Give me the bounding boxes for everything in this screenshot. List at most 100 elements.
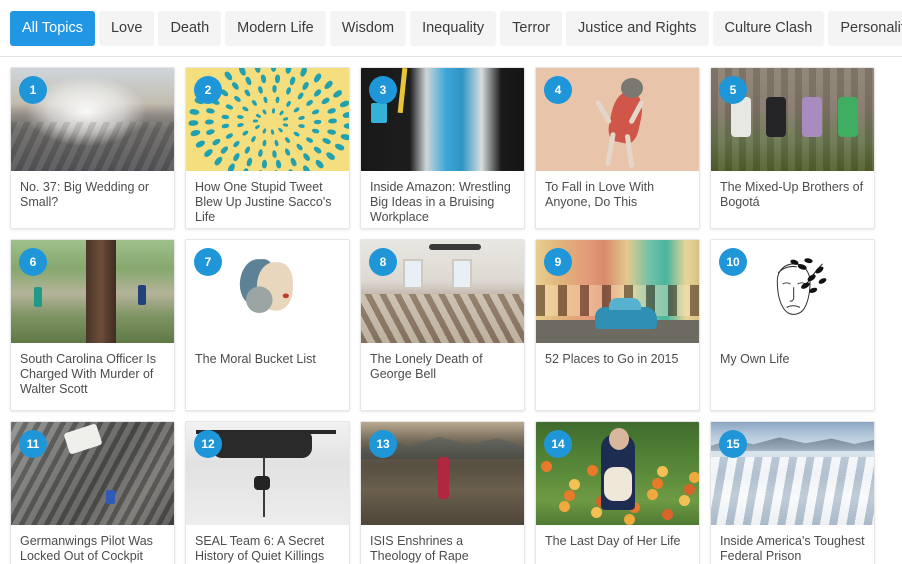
- bird-glyph: [323, 80, 335, 91]
- bird-glyph: [292, 130, 301, 138]
- bird-glyph: [278, 126, 284, 133]
- story-card[interactable]: 6 South Carolina Officer Is Charged With …: [10, 239, 175, 411]
- story-card[interactable]: 2 How One Stupid Tweet Blew Up Justine Sa…: [185, 67, 350, 229]
- story-thumbnail[interactable]: 6: [11, 240, 174, 343]
- story-thumbnail[interactable]: 8: [361, 240, 524, 343]
- figure-limb: [604, 131, 616, 167]
- story-thumbnail[interactable]: 13: [361, 422, 524, 525]
- bird-glyph: [259, 73, 267, 84]
- room-junk: [361, 293, 524, 343]
- rank-badge: 3: [369, 76, 397, 104]
- bird-glyph: [255, 112, 262, 119]
- topic-tab-inequality[interactable]: Inequality: [410, 11, 497, 46]
- room-fan: [429, 244, 482, 251]
- bird-glyph: [299, 68, 309, 79]
- window: [452, 258, 473, 289]
- rank-badge: 12: [194, 430, 222, 458]
- bird-glyph: [333, 142, 346, 152]
- figure-head: [620, 78, 643, 99]
- story-thumbnail[interactable]: 11: [11, 422, 174, 525]
- rank-badge: 1: [19, 76, 47, 104]
- thumbnail-artwork: [728, 251, 857, 332]
- bird-glyph: [188, 119, 199, 126]
- bird-glyph: [241, 105, 250, 113]
- bird-glyph: [221, 113, 230, 120]
- story-title: South Carolina Officer Is Charged With M…: [20, 352, 156, 396]
- story-thumbnail[interactable]: 7: [186, 240, 349, 343]
- rank-badge: 8: [369, 248, 397, 276]
- topic-tab-love[interactable]: Love: [98, 11, 155, 46]
- bird-glyph: [220, 145, 230, 156]
- story-card[interactable]: 12 SEAL Team 6: A Secret History of Quiet…: [185, 421, 350, 564]
- illustration-inner: [245, 286, 273, 314]
- story-thumbnail[interactable]: 9: [536, 240, 699, 343]
- bird-glyph: [287, 168, 296, 171]
- bird-glyph: [274, 139, 280, 147]
- bird-glyph: [305, 99, 314, 108]
- bird-glyph: [321, 137, 332, 146]
- bird-glyph: [257, 169, 265, 171]
- topic-tab-culture-clash[interactable]: Culture Clash: [712, 11, 825, 46]
- story-thumbnail[interactable]: 12: [186, 422, 349, 525]
- story-card[interactable]: 4 To Fall in Love With Anyone, Do This: [535, 67, 700, 229]
- topic-tab-wisdom[interactable]: Wisdom: [329, 11, 407, 46]
- story-card[interactable]: 10 My Own Life: [710, 239, 875, 411]
- bird-glyph: [224, 131, 234, 140]
- person-silhouette: [802, 96, 823, 137]
- story-card[interactable]: 14 The Last Day of Her Life: [535, 421, 700, 564]
- story-thumbnail[interactable]: 15: [711, 422, 874, 525]
- bird-glyph: [250, 99, 258, 108]
- person-silhouette: [766, 96, 787, 137]
- topic-tab-terror[interactable]: Terror: [500, 11, 563, 46]
- bird-glyph: [320, 96, 331, 106]
- topic-tab-modern-life[interactable]: Modern Life: [225, 11, 326, 46]
- rank-badge: 10: [719, 248, 747, 276]
- bird-glyph: [304, 135, 314, 144]
- bird-glyph: [271, 149, 277, 158]
- person-silhouette: [437, 457, 449, 500]
- bird-glyph: [311, 108, 320, 116]
- bird-glyph: [272, 85, 278, 94]
- helicopter-para: [254, 475, 271, 490]
- story-title: The Moral Bucket List: [195, 352, 316, 366]
- topic-tab-justice-and-rights[interactable]: Justice and Rights: [566, 11, 709, 46]
- story-card[interactable]: 7 The Moral Bucket List: [185, 239, 350, 411]
- bird-glyph: [190, 129, 201, 138]
- story-thumbnail[interactable]: 10: [711, 240, 874, 343]
- topic-tab-death[interactable]: Death: [158, 11, 222, 46]
- flower: [540, 461, 552, 473]
- story-card[interactable]: 15 Inside America's Toughest Federal Pris…: [710, 421, 875, 564]
- story-card[interactable]: 3 Inside Amazon: Wrestling Big Ideas in a…: [360, 67, 525, 229]
- story-card[interactable]: 11 Germanwings Pilot Was Locked Out of Co…: [10, 421, 175, 564]
- story-thumbnail[interactable]: 5: [711, 68, 874, 171]
- story-thumbnail[interactable]: 14: [536, 422, 699, 525]
- story-card[interactable]: 9 52 Places to Go in 2015: [535, 239, 700, 411]
- flower: [563, 489, 575, 501]
- bird-glyph: [313, 119, 322, 124]
- bird-glyph: [204, 119, 214, 125]
- story-thumbnail[interactable]: 3: [361, 68, 524, 171]
- bird-glyph: [245, 157, 254, 167]
- story-card[interactable]: 1 No. 37: Big Wedding or Small?: [10, 67, 175, 229]
- rank-badge: 14: [544, 430, 572, 458]
- story-card[interactable]: 5 The Mixed-Up Brothers of Bogotá: [710, 67, 875, 229]
- bird-glyph: [332, 89, 344, 100]
- bird-glyph: [230, 81, 240, 92]
- bird-glyph: [289, 156, 298, 167]
- bird-glyph: [262, 108, 268, 115]
- story-title: 52 Places to Go in 2015: [545, 352, 679, 366]
- rank-badge: 13: [369, 430, 397, 458]
- story-thumbnail[interactable]: 1: [11, 68, 174, 171]
- story-thumbnail[interactable]: 2: [186, 68, 349, 171]
- story-card[interactable]: 8 The Lonely Death of George Bell: [360, 239, 525, 411]
- flower: [586, 465, 598, 477]
- topic-tab-all-topics[interactable]: All Topics: [10, 11, 95, 46]
- topic-tab-personalities[interactable]: Personalities: [828, 11, 902, 46]
- bird-glyph: [288, 75, 297, 86]
- bird-glyph: [282, 116, 289, 121]
- bird-glyph: [278, 110, 285, 117]
- bird-glyph: [302, 151, 312, 162]
- bird-glyph: [232, 95, 242, 104]
- story-thumbnail[interactable]: 4: [536, 68, 699, 171]
- story-card[interactable]: 13 ISIS Enshrines a Theology of Rape: [360, 421, 525, 564]
